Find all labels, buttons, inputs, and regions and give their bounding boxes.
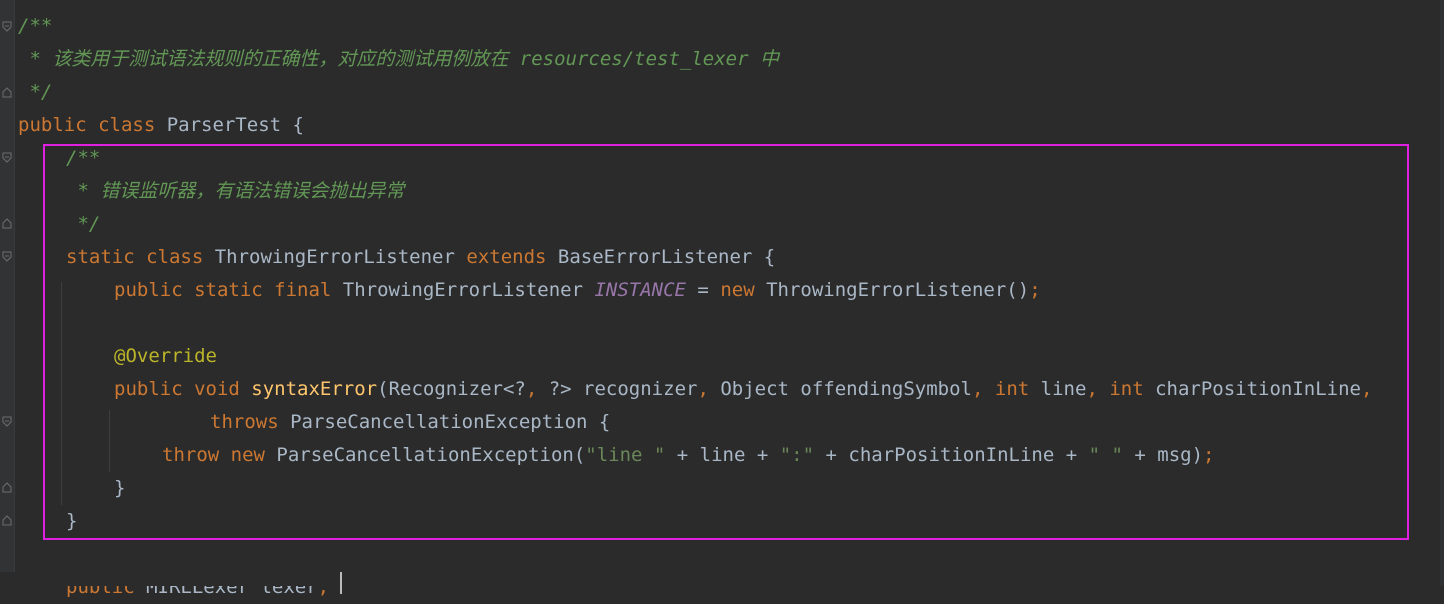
text-caret [340,572,342,594]
fold-open-icon[interactable] [2,416,12,427]
indent-guide [61,282,62,505]
code-token: class [98,114,167,136]
fold-close-icon[interactable] [2,218,12,229]
code-token: /** [18,15,53,37]
code-token: public [18,114,99,136]
code-line[interactable]: public class ParserTest { [18,109,304,142]
code-line[interactable]: */ [18,76,52,109]
fold-open-icon[interactable] [2,21,12,32]
editor-scrollbar[interactable] [1440,0,1444,586]
fold-close-icon[interactable] [2,515,12,526]
fold-open-icon[interactable] [2,152,12,163]
code-line[interactable]: * 该类用于测试语法规则的正确性，对应的测试用例放在 resources/tes… [18,43,779,76]
fold-open-icon[interactable] [2,251,12,262]
code-token: * 该类用于测试语法规则的正确性，对应的测试用例放在 resources/tes… [18,48,779,70]
code-line[interactable]: /** [18,10,52,43]
selection-highlight-box [43,144,1409,540]
fold-close-icon[interactable] [2,87,12,98]
indent-guide [109,410,110,472]
editor-bottom-fade [0,572,1444,586]
code-token: ParserTest { [166,114,304,136]
code-token: */ [18,81,53,103]
fold-close-icon[interactable] [2,482,12,493]
